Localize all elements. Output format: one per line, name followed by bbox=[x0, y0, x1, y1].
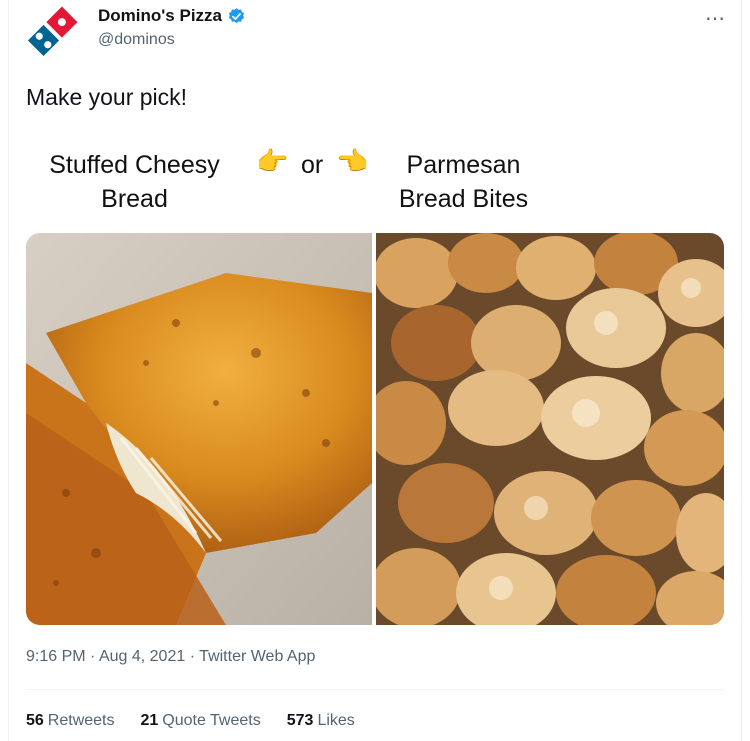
retweets-stat[interactable]: 56 Retweets bbox=[26, 712, 115, 730]
parmesan-bread-bites-photo[interactable] bbox=[376, 233, 724, 625]
tweet-stats: 56 Retweets 21 Quote Tweets 573 Likes bbox=[26, 712, 355, 730]
handle[interactable]: @dominos bbox=[98, 31, 175, 49]
caption-left: Stuffed Cheesy Bread bbox=[49, 151, 220, 213]
retweets-label: Retweets bbox=[47, 712, 115, 729]
frame-left-border bbox=[8, 0, 9, 741]
likes-label: Likes bbox=[317, 712, 355, 729]
tweet-date[interactable]: Aug 4, 2021 bbox=[99, 648, 185, 665]
frame-right-border bbox=[741, 0, 742, 741]
likes-count: 573 bbox=[286, 712, 314, 729]
likes-stat[interactable]: 573 Likes bbox=[287, 712, 355, 730]
verified-badge-icon bbox=[228, 7, 245, 23]
stuffed-cheesy-bread-photo[interactable] bbox=[26, 233, 372, 625]
author-name-row[interactable]: Domino's Pizza bbox=[98, 6, 246, 26]
quote-tweets-stat[interactable]: 21 Quote Tweets bbox=[141, 712, 261, 730]
quote-tweets-count: 21 bbox=[140, 712, 159, 729]
more-options-icon[interactable]: ⋯ bbox=[705, 6, 726, 31]
tweet-time[interactable]: 9:16 PM bbox=[26, 648, 86, 665]
pointing-right-emoji-icon: 👉 bbox=[256, 146, 289, 176]
quote-tweets-label: Quote Tweets bbox=[162, 712, 261, 729]
meta-separator: · bbox=[189, 648, 196, 665]
or-word: or bbox=[301, 151, 324, 179]
tweet-media[interactable]: Stuffed Cheesy Bread 👉 or 👈 Parmesan Bre… bbox=[26, 144, 724, 625]
meta-separator: · bbox=[90, 648, 96, 665]
pointing-left-emoji-icon: 👈 bbox=[336, 146, 369, 176]
media-photos[interactable] bbox=[26, 233, 724, 625]
caption-right: Parmesan Bread Bites bbox=[398, 151, 529, 213]
tweet-text: Make your pick! bbox=[26, 84, 188, 110]
divider bbox=[26, 689, 724, 690]
retweets-count: 56 bbox=[26, 712, 44, 729]
display-name[interactable]: Domino's Pizza bbox=[98, 6, 222, 26]
avatar[interactable] bbox=[25, 3, 81, 59]
tweet-timestamp[interactable]: 9:16 PM · Aug 4, 2021 · Twitter Web App bbox=[26, 648, 315, 666]
dominos-logo-icon bbox=[25, 3, 81, 59]
tweet-source[interactable]: Twitter Web App bbox=[199, 648, 315, 665]
